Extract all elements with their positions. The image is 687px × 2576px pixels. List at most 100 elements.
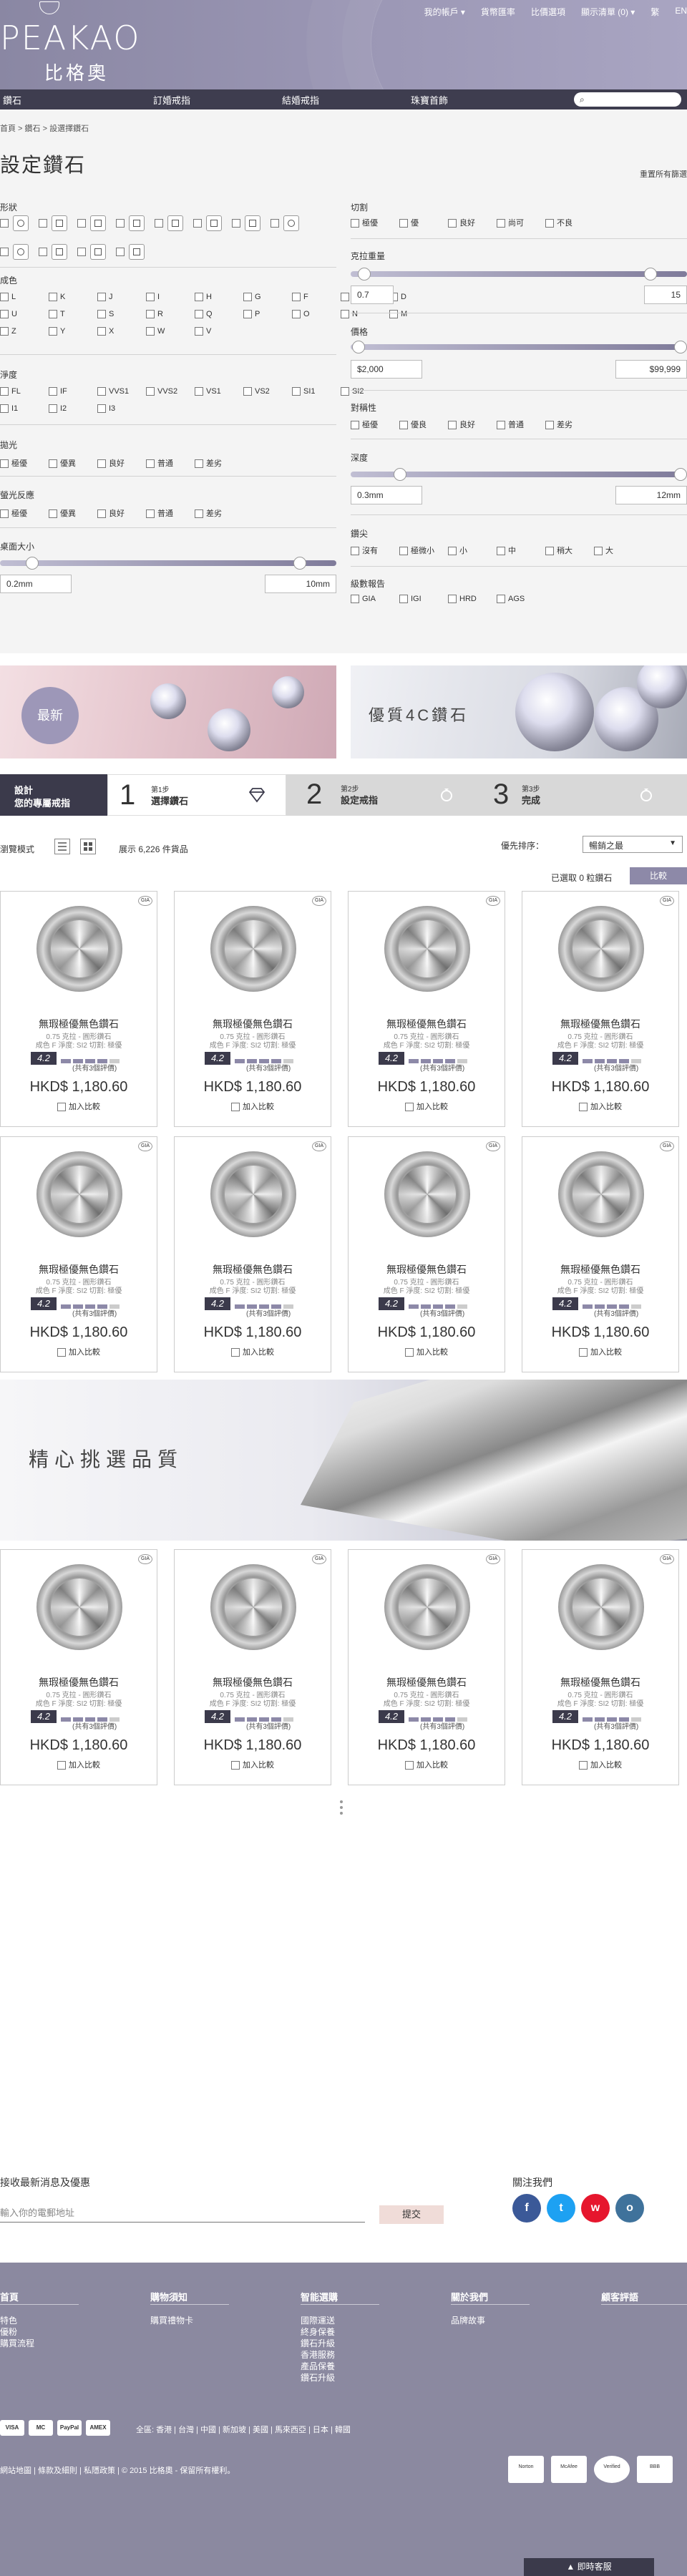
- checkbox[interactable]: [292, 387, 301, 396]
- clarity-option[interactable]: VS2: [243, 387, 270, 396]
- slider-max-handle[interactable]: [674, 468, 687, 481]
- diamond-shape-icon[interactable]: [283, 215, 299, 231]
- search-input[interactable]: ⌕: [574, 92, 681, 107]
- checkbox[interactable]: [146, 310, 155, 319]
- twitter-icon[interactable]: t: [547, 2194, 575, 2223]
- checkbox[interactable]: [49, 404, 57, 414]
- checkbox[interactable]: [351, 547, 359, 556]
- cut-option[interactable]: 尚可: [497, 217, 524, 228]
- add-to-compare[interactable]: 加入比較: [1, 1346, 157, 1357]
- price-min-field[interactable]: $2,000: [351, 360, 422, 379]
- diamond-image[interactable]: [384, 1151, 470, 1237]
- live-chat-button[interactable]: ▲ 即時客服: [524, 2558, 654, 2576]
- product-card[interactable]: GIA 無瑕極優無色鑽石 0.75 克拉 - 圓形鑽石 成色 F 淨度: SI2 切割…: [522, 891, 679, 1127]
- report-option[interactable]: GIA: [351, 595, 376, 604]
- clarity-option[interactable]: I2: [49, 404, 67, 414]
- color-option[interactable]: R: [146, 310, 163, 319]
- diamond-shape-icon[interactable]: [167, 215, 183, 231]
- diamond-image[interactable]: [36, 1564, 122, 1650]
- slider-min-handle[interactable]: [26, 557, 39, 570]
- logo-chinese[interactable]: 比格奧: [44, 59, 109, 85]
- color-option[interactable]: L: [0, 293, 16, 302]
- checkbox[interactable]: [0, 387, 9, 396]
- diamond-shape-icon[interactable]: [90, 215, 106, 231]
- checkbox[interactable]: [146, 387, 155, 396]
- checkbox[interactable]: [0, 293, 9, 302]
- color-option[interactable]: N: [341, 310, 358, 319]
- checkbox[interactable]: [97, 387, 106, 396]
- checkbox[interactable]: [399, 595, 408, 604]
- clarity-option[interactable]: FL: [0, 387, 21, 396]
- clarity-option[interactable]: SI1: [292, 387, 316, 396]
- footer-heading[interactable]: 關於我們: [451, 2290, 488, 2303]
- footer-link[interactable]: 品牌故事: [451, 2314, 485, 2326]
- clarity-option[interactable]: VVS1: [97, 387, 129, 396]
- step-set-ring[interactable]: 2 第2步 設定戒指: [286, 774, 476, 816]
- culet-option[interactable]: 稍大: [545, 545, 572, 556]
- color-option[interactable]: Z: [0, 327, 16, 336]
- checkbox[interactable]: [0, 310, 9, 319]
- checkbox[interactable]: [49, 310, 57, 319]
- slider-min-handle[interactable]: [358, 268, 371, 280]
- checkbox[interactable]: [545, 547, 554, 556]
- checkbox[interactable]: [448, 547, 457, 556]
- checkbox[interactable]: [0, 459, 9, 469]
- footer-heading[interactable]: 智能選購: [301, 2290, 338, 2303]
- product-card[interactable]: GIA 無瑕極優無色鑽石 0.75 克拉 - 圓形鑽石 成色 F 淨度: SI2 切割…: [0, 891, 157, 1127]
- shape-checkbox[interactable]: [116, 219, 125, 228]
- cut-option[interactable]: 良好: [448, 217, 475, 228]
- carat-max-field[interactable]: 15: [644, 286, 687, 304]
- clarity-option[interactable]: SI2: [341, 387, 364, 396]
- compare-checkbox[interactable]: [231, 1348, 240, 1357]
- compare-checkbox[interactable]: [405, 1103, 414, 1112]
- diamond-image[interactable]: [36, 906, 122, 992]
- add-to-compare[interactable]: 加入比較: [349, 1346, 505, 1357]
- color-option[interactable]: G: [243, 293, 261, 302]
- product-card[interactable]: GIA 無瑕極優無色鑽石 0.75 克拉 - 圓形鑽石 成色 F 淨度: SI2 切割…: [348, 1549, 505, 1785]
- checkbox[interactable]: [243, 387, 252, 396]
- compare-checkbox[interactable]: [57, 1761, 66, 1770]
- polish-option[interactable]: 極優: [0, 457, 27, 469]
- add-to-compare[interactable]: 加入比較: [522, 1759, 678, 1770]
- depth-min-field[interactable]: 0.3mm: [351, 486, 422, 504]
- color-option[interactable]: P: [243, 310, 260, 319]
- symmetry-option[interactable]: 普通: [497, 419, 524, 430]
- report-option[interactable]: AGS: [497, 595, 525, 604]
- checkbox[interactable]: [146, 509, 155, 519]
- checkbox[interactable]: [399, 219, 408, 228]
- step-complete[interactable]: 3 第3步 完成: [476, 774, 687, 816]
- checkbox[interactable]: [195, 387, 203, 396]
- footer-heading[interactable]: 顧客評語: [601, 2290, 638, 2303]
- shape-checkbox[interactable]: [77, 248, 86, 256]
- checkbox[interactable]: [97, 327, 106, 336]
- diamond-image[interactable]: [210, 1151, 296, 1237]
- slider-max-handle[interactable]: [644, 268, 657, 280]
- symmetry-option[interactable]: 極優: [351, 419, 378, 430]
- cut-option[interactable]: 優: [399, 217, 419, 228]
- clarity-option[interactable]: I1: [0, 404, 18, 414]
- checkbox[interactable]: [0, 404, 9, 414]
- checkbox[interactable]: [351, 595, 359, 604]
- color-option[interactable]: O: [292, 310, 310, 319]
- logo-text[interactable]: PEAKAO: [0, 19, 141, 57]
- compare-checkbox[interactable]: [57, 1103, 66, 1112]
- color-option[interactable]: S: [97, 310, 114, 319]
- diamond-shape-icon[interactable]: [206, 215, 222, 231]
- checkbox[interactable]: [97, 459, 106, 469]
- submit-button[interactable]: 提交: [379, 2205, 444, 2224]
- cut-option[interactable]: 極優: [351, 217, 378, 228]
- compare-button[interactable]: 比較: [630, 867, 687, 884]
- product-card[interactable]: GIA 無瑕極優無色鑽石 0.75 克拉 - 圓形鑽石 成色 F 淨度: SI2 切割…: [348, 1136, 505, 1372]
- checkbox[interactable]: [146, 293, 155, 302]
- checkbox[interactable]: [97, 310, 106, 319]
- checkbox[interactable]: [195, 327, 203, 336]
- diamond-shape-icon[interactable]: [52, 215, 67, 231]
- polish-option[interactable]: 差劣: [195, 457, 222, 469]
- diamond-image[interactable]: [558, 1564, 644, 1650]
- shape-checkbox[interactable]: [232, 219, 240, 228]
- footer-link[interactable]: 香港服務: [301, 2348, 335, 2361]
- checkbox[interactable]: [243, 310, 252, 319]
- culet-option[interactable]: 小: [448, 545, 467, 556]
- color-option[interactable]: W: [146, 327, 165, 336]
- diamond-image[interactable]: [384, 906, 470, 992]
